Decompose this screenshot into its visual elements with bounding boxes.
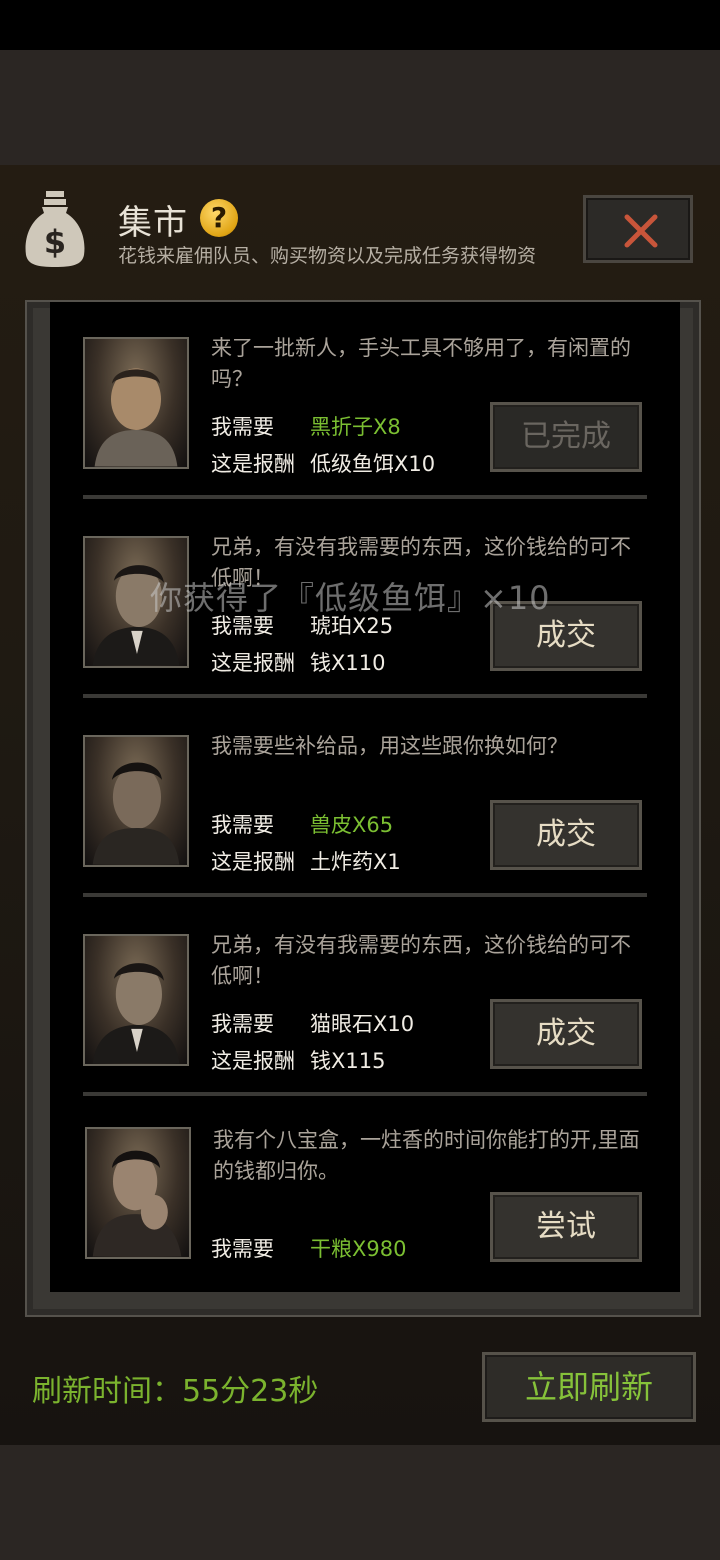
reward-value: 低级鱼饵X10 (310, 452, 436, 476)
need-label: 我需要 (211, 813, 274, 837)
refresh-timer: 刷新时间：55分23秒 (32, 1374, 319, 1409)
svg-text:$: $ (44, 223, 66, 261)
deal-button[interactable]: 成交 (490, 800, 642, 870)
trade-message: 我需要些补给品，用这些跟你换如何？ (211, 734, 568, 758)
reward-value: 钱X110 (310, 651, 386, 675)
reward-toast: 你获得了『低级鱼饵』×10 (150, 579, 551, 617)
refresh-now-button[interactable]: 立即刷新 (482, 1352, 696, 1422)
bottom-bar (0, 1445, 720, 1560)
reward-label: 这是报酬 (211, 850, 295, 874)
divider (83, 1092, 647, 1096)
help-icon[interactable]: ? (200, 199, 238, 237)
market-panel: $ 集市 ? 花钱来雇佣队员、购买物资以及完成任务获得物资 来了一批新人，手头工… (0, 165, 720, 1445)
reward-label: 这是报酬 (211, 452, 295, 476)
npc-portrait (83, 337, 189, 469)
divider (83, 893, 647, 897)
page-subtitle: 花钱来雇佣队员、购买物资以及完成任务获得物资 (118, 245, 537, 267)
need-label: 我需要 (211, 415, 274, 439)
try-button[interactable]: 尝试 (490, 1192, 642, 1262)
page-title: 集市 (118, 203, 188, 243)
status-bar (0, 0, 720, 50)
completed-button[interactable]: 已完成 (490, 402, 642, 472)
money-bag-icon: $ (22, 189, 88, 269)
need-value: 猫眼石X10 (310, 1012, 415, 1036)
need-value: 兽皮X65 (310, 813, 394, 837)
npc-portrait (83, 934, 189, 1066)
reward-label: 这是报酬 (211, 651, 295, 675)
divider (83, 694, 647, 698)
need-label: 我需要 (211, 1237, 274, 1261)
deal-button[interactable]: 成交 (490, 999, 642, 1069)
npc-portrait (83, 735, 189, 867)
trade-message: 兄弟，有没有我需要的东西，这价钱给的可不低啊！ (211, 933, 631, 988)
close-button[interactable] (583, 195, 693, 263)
close-icon (624, 214, 658, 248)
reward-label: 这是报酬 (211, 1049, 295, 1073)
trade-message: 来了一批新人，手头工具不够用了，有闲置的吗？ (211, 336, 631, 391)
npc-portrait (85, 1127, 191, 1259)
need-label: 我需要 (211, 1012, 274, 1036)
reward-value: 土炸药X1 (310, 850, 401, 874)
need-value: 干粮X980 (310, 1237, 407, 1261)
need-value: 黑折子X8 (310, 415, 401, 439)
trade-message: 我有个八宝盒，一炷香的时间你能打的开,里面的钱都归你。 (213, 1128, 640, 1183)
divider (83, 495, 647, 499)
reward-value: 钱X115 (310, 1049, 386, 1073)
trade-list[interactable]: 来了一批新人，手头工具不够用了，有闲置的吗？ 我需要 黑折子X8 这是报酬 低级… (50, 302, 680, 1292)
